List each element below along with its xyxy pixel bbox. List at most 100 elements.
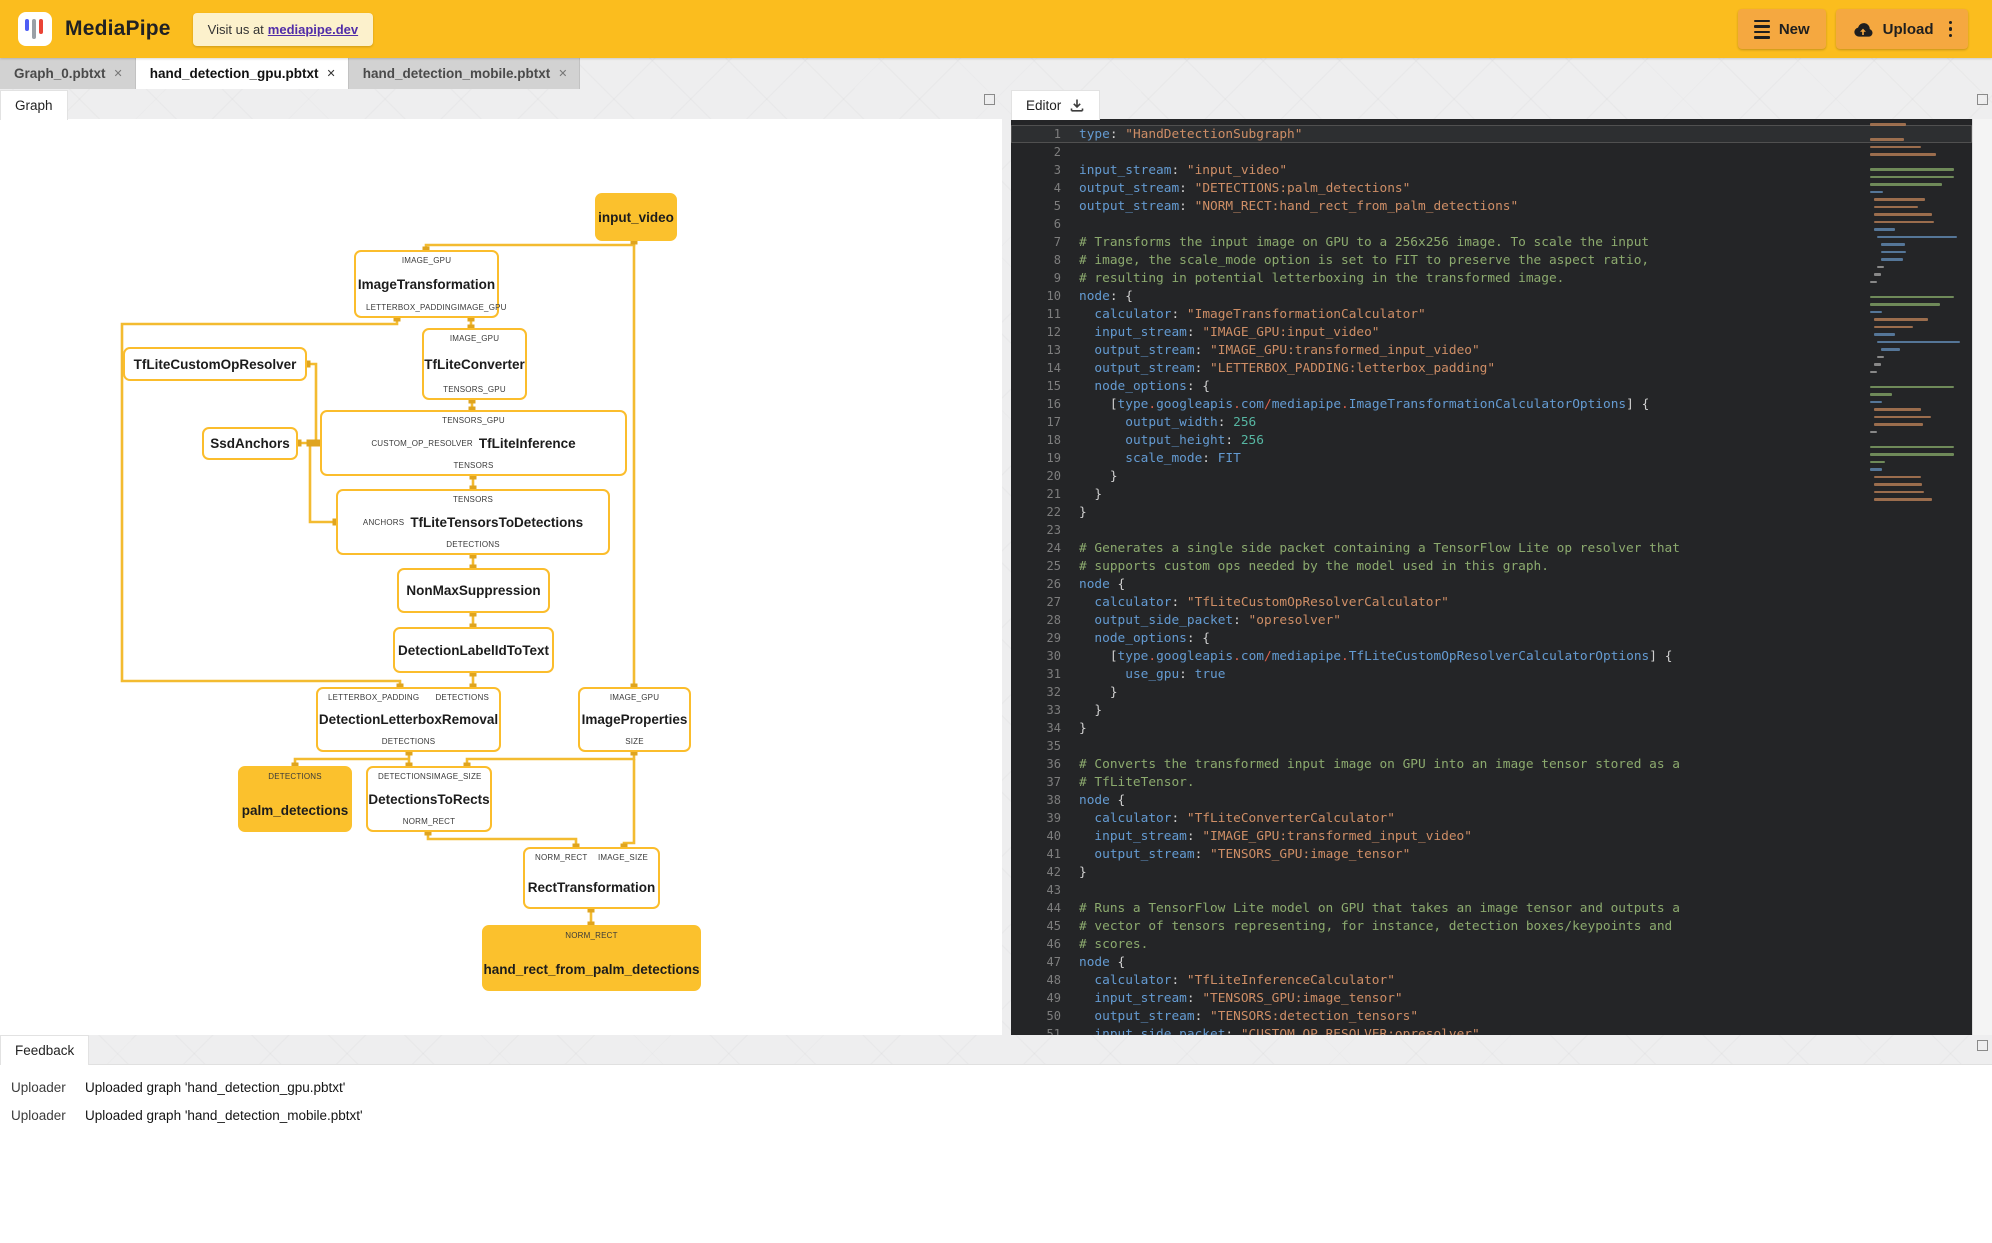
code-line: 35 <box>1011 737 1972 755</box>
graph-maximize-icon[interactable] <box>984 94 995 105</box>
line-number: 24 <box>1046 541 1061 555</box>
app-header: MediaPipe Visit us at mediapipe.dev New U… <box>0 0 1992 58</box>
minimap-line <box>1870 385 1954 388</box>
line-number: 34 <box>1046 721 1061 735</box>
more-options-kebab-icon[interactable] <box>1948 20 1952 38</box>
file-tab-hand-detection-gpu[interactable]: hand_detection_gpu.pbtxt ✕ <box>135 58 349 89</box>
node-title: palm_detections <box>241 803 349 818</box>
graph-node-detections-to-rects[interactable]: DETECTIONS IMAGE_SIZE DetectionsToRects … <box>366 766 492 832</box>
close-icon[interactable]: ✕ <box>558 67 567 80</box>
line-number: 45 <box>1046 919 1061 933</box>
port-label: TENSORS_GPU <box>443 385 506 394</box>
graph-canvas[interactable]: input_video IMAGE_GPU ImageTransformatio… <box>0 119 1002 1035</box>
code-line: 29 node_options: { <box>1011 629 1972 647</box>
code-line: 45 # vector of tensors representing, for … <box>1011 917 1972 935</box>
code-line: 33 } <box>1011 701 1972 719</box>
code-line: 34} <box>1011 719 1972 737</box>
node-title: TfLiteInference <box>478 435 576 451</box>
line-number: 16 <box>1046 397 1061 411</box>
code-line: 28 output_side_packet: "opresolver" <box>1011 611 1972 629</box>
code-line: 12 input_stream: "IMAGE_GPU:input_video" <box>1011 323 1972 341</box>
code-line: 39 calculator: "TfLiteConverterCalculato… <box>1011 809 1972 827</box>
visit-us-pill: Visit us at mediapipe.dev <box>192 12 374 46</box>
file-tab-label: hand_detection_mobile.pbtxt <box>362 66 551 81</box>
graph-node-detection-label-id-to-text[interactable]: DetectionLabelIdToText <box>393 627 554 673</box>
file-tab-hand-detection-mobile[interactable]: hand_detection_mobile.pbtxt ✕ <box>348 58 581 89</box>
line-number: 41 <box>1046 847 1061 861</box>
code-line: 13 output_stream: "IMAGE_GPU:transformed… <box>1011 341 1972 359</box>
graph-panel-tab[interactable]: Graph <box>0 90 68 120</box>
node-title: ImageTransformation <box>357 276 496 292</box>
code-line: 11 calculator: "ImageTransformationCalcu… <box>1011 305 1972 323</box>
graph-node-input-video[interactable]: input_video <box>595 193 677 241</box>
minimap-line <box>1870 310 1883 313</box>
code-line: 42} <box>1011 863 1972 881</box>
code-line: 49 input_stream: "TENSORS_GPU:image_tens… <box>1011 989 1972 1007</box>
close-icon[interactable]: ✕ <box>326 67 335 80</box>
code-line: 37 # TfLiteTensor. <box>1011 773 1972 791</box>
editor-minimap[interactable] <box>1870 123 1964 683</box>
code-editor[interactable]: 1 type: "HandDetectionSubgraph" 2 3 input_st… <box>1011 119 1972 1035</box>
port-label: SIZE <box>625 737 644 746</box>
mediapipe-dev-link[interactable]: mediapipe.dev <box>268 22 358 37</box>
minimap-line <box>1870 175 1954 178</box>
graph-node-tflite-inference[interactable]: TENSORS_GPU CUSTOM_OP_RESOLVER TfLiteInf… <box>320 410 627 476</box>
minimap-line <box>1870 453 1954 456</box>
minimap-line <box>1873 490 1924 493</box>
graph-node-image-transformation[interactable]: IMAGE_GPU ImageTransformation LETTERBOX_… <box>354 250 506 318</box>
line-number: 29 <box>1046 631 1061 645</box>
code-line: 22} <box>1011 503 1972 521</box>
port-label: NORM_RECT <box>402 817 456 826</box>
line-number: 17 <box>1046 415 1061 429</box>
graph-node-non-max-suppression[interactable]: NonMaxSuppression <box>397 568 550 613</box>
feedback-panel-tab[interactable]: Feedback <box>0 1035 90 1065</box>
line-number: 40 <box>1046 829 1061 843</box>
line-number: 48 <box>1046 973 1061 987</box>
line-number: 39 <box>1046 811 1061 825</box>
line-number: 47 <box>1046 955 1061 969</box>
editor-maximize-icon[interactable] <box>1977 94 1988 105</box>
code-line: 50 output_stream: "TENSORS:detection_ten… <box>1011 1007 1972 1025</box>
new-button-label: New <box>1778 20 1810 38</box>
close-icon[interactable]: ✕ <box>114 67 123 80</box>
line-number: 14 <box>1046 361 1061 375</box>
code-line: 10 node: { <box>1011 287 1972 305</box>
port-label: DETECTIONS <box>381 737 436 746</box>
graph-node-tflite-tensors-to-detections[interactable]: TENSORS ANCHORS TfLiteTensorsToDetection… <box>336 489 610 555</box>
minimap-line <box>1870 445 1954 448</box>
editor-panel-tab[interactable]: Editor <box>1011 90 1101 120</box>
graph-node-palm-detections[interactable]: DETECTIONS palm_detections <box>238 766 352 832</box>
upload-button[interactable]: Upload <box>1835 9 1968 49</box>
graph-tab-label: Graph <box>15 98 53 113</box>
editor-scrollbar[interactable] <box>1972 119 1992 1035</box>
code-line: 40 input_stream: "IMAGE_GPU:transformed_… <box>1011 827 1972 845</box>
minimap-line <box>1870 138 1905 141</box>
feedback-maximize-icon[interactable] <box>1977 1040 1988 1051</box>
file-tab-graph0[interactable]: Graph_0.pbtxt ✕ <box>0 58 136 89</box>
node-title: NonMaxSuppression <box>406 583 541 598</box>
code-line: 19 scale_mode: FIT <box>1011 449 1972 467</box>
graph-node-image-properties[interactable]: IMAGE_GPU ImageProperties SIZE <box>578 687 691 752</box>
code-line: 7 # Transforms the input image on GPU to … <box>1011 233 1972 251</box>
minimap-line <box>1870 168 1954 171</box>
graph-node-hand-rect-from-palm-detections[interactable]: NORM_RECT hand_rect_from_palm_detections <box>482 925 701 991</box>
minimap-line <box>1877 340 1960 343</box>
port-label: NORM_RECT <box>565 931 618 940</box>
graph-node-tflite-converter[interactable]: IMAGE_GPU TfLiteConverter TENSORS_GPU <box>422 328 527 400</box>
line-number: 13 <box>1046 343 1061 357</box>
new-button[interactable]: New <box>1737 9 1826 49</box>
minimap-line <box>1873 198 1925 201</box>
code-line: 8 # image, the scale_mode option is set t… <box>1011 251 1972 269</box>
code-line: 25 # supports custom ops needed by the mo… <box>1011 557 1972 575</box>
graph-node-detection-letterbox-removal[interactable]: LETTERBOX_PADDING DETECTIONS DetectionLe… <box>316 687 501 752</box>
minimap-line <box>1870 183 1943 186</box>
graph-node-tflite-custom-op-resolver[interactable]: TfLiteCustomOpResolver <box>123 347 307 381</box>
code-line: 41 output_stream: "TENSORS_GPU:image_ten… <box>1011 845 1972 863</box>
minimap-line <box>1880 250 1906 253</box>
node-title: TfLiteTensorsToDetections <box>410 514 584 530</box>
graph-node-ssd-anchors[interactable]: SsdAnchors <box>202 427 298 460</box>
graph-node-rect-transformation[interactable]: NORM_RECT IMAGE_SIZE RectTransformation <box>523 847 660 909</box>
download-icon[interactable] <box>1069 98 1085 114</box>
editor-code[interactable]: 1 type: "HandDetectionSubgraph" 2 3 input_st… <box>1011 119 1972 1035</box>
feedback-tab-label: Feedback <box>15 1043 75 1058</box>
